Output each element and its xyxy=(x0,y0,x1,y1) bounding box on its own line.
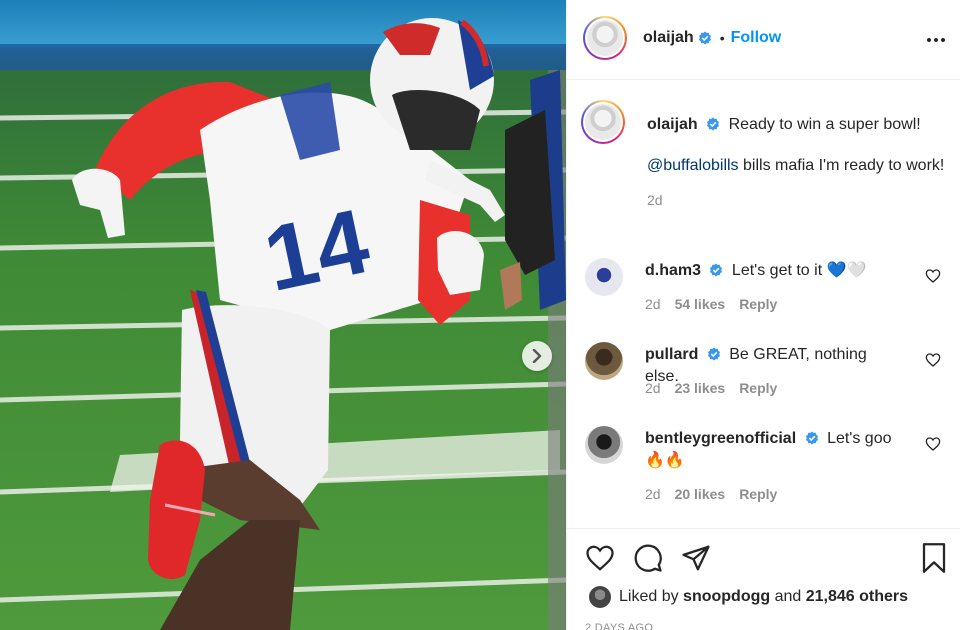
heart-icon[interactable] xyxy=(925,436,941,452)
header-user-row: olaijah • Follow xyxy=(643,29,781,47)
comment-text-row: bentleygreenofficial Let's goo 🔥🔥 xyxy=(645,428,905,472)
reply-button[interactable]: Reply xyxy=(739,296,777,312)
caption-text: olaijah Ready to win a super bowl! @buff… xyxy=(647,114,947,211)
verified-badge-icon xyxy=(805,431,818,445)
post-photo[interactable]: 14 xyxy=(0,0,566,630)
comment-username[interactable]: d.ham3 xyxy=(645,262,701,279)
caption-mention-link[interactable]: @buffalobills xyxy=(647,157,739,174)
comment-time: 2d xyxy=(645,380,661,396)
separator-dot: • xyxy=(719,30,725,46)
liked-by-user-link[interactable]: snoopdogg xyxy=(683,588,770,606)
share-send-icon[interactable] xyxy=(681,543,711,573)
caption-line-2: bills mafia I'm ready to work! xyxy=(738,157,945,174)
comment-likes[interactable]: 23 likes xyxy=(675,380,726,396)
liked-by-others-link[interactable]: 21,846 others xyxy=(806,588,908,606)
comment-meta: 2d 20 likes Reply xyxy=(645,486,777,502)
comment-meta: 2d 23 likes Reply xyxy=(645,380,777,396)
caption-username[interactable]: olaijah xyxy=(647,116,698,133)
caption-avatar[interactable] xyxy=(581,100,625,144)
follow-button[interactable]: Follow xyxy=(731,29,782,47)
post-header: olaijah • Follow xyxy=(567,0,960,80)
reply-button[interactable]: Reply xyxy=(739,486,777,502)
heart-icon[interactable] xyxy=(925,268,941,284)
next-photo-button[interactable] xyxy=(522,341,552,371)
more-horizontal-icon[interactable] xyxy=(926,28,946,52)
chevron-right-icon xyxy=(532,349,542,363)
comment-time: 2d xyxy=(645,486,661,502)
comment-username[interactable]: bentleygreenofficial xyxy=(645,430,796,447)
comment-likes[interactable]: 20 likes xyxy=(675,486,726,502)
like-heart-icon[interactable] xyxy=(585,543,615,573)
verified-badge-icon xyxy=(707,347,720,361)
comment-body: Let's get to it 💙🤍 xyxy=(731,262,867,279)
heart-icon[interactable] xyxy=(925,352,941,368)
comment-bubble-icon[interactable] xyxy=(633,543,663,573)
bookmark-icon[interactable] xyxy=(921,543,947,573)
author-avatar[interactable] xyxy=(583,16,627,60)
reply-button[interactable]: Reply xyxy=(739,380,777,396)
post-sidebar: olaijah • Follow olaijah Ready to win a xyxy=(566,0,960,630)
author-username[interactable]: olaijah xyxy=(643,29,694,47)
liked-by-and: and xyxy=(774,588,802,605)
post-actions: Liked by snoopdogg and 21,846 others 2 D… xyxy=(567,528,960,630)
liker-avatar[interactable] xyxy=(589,586,611,608)
verified-badge-icon xyxy=(707,117,720,131)
verified-badge-icon xyxy=(698,31,711,45)
post-timestamp: 2 DAYS AGO xyxy=(585,622,654,630)
comment-username[interactable]: pullard xyxy=(645,346,698,363)
liked-by-prefix: Liked by xyxy=(619,588,679,605)
player-illustration: 14 xyxy=(72,18,566,630)
comment-likes[interactable]: 54 likes xyxy=(675,296,726,312)
verified-badge-icon xyxy=(710,263,723,277)
comment-text-row: d.ham3 Let's get to it 💙🤍 xyxy=(645,260,905,282)
comment-avatar[interactable] xyxy=(585,426,623,464)
caption-line-1: Ready to win a super bowl! xyxy=(728,116,921,133)
comment-avatar[interactable] xyxy=(585,258,623,296)
comment-avatar[interactable] xyxy=(585,342,623,380)
svg-text:14: 14 xyxy=(256,190,377,311)
comment-meta: 2d 54 likes Reply xyxy=(645,296,777,312)
comment-time: 2d xyxy=(645,296,661,312)
caption-time: 2d xyxy=(647,192,663,208)
liked-by-row: Liked by snoopdogg and 21,846 others xyxy=(589,586,908,608)
